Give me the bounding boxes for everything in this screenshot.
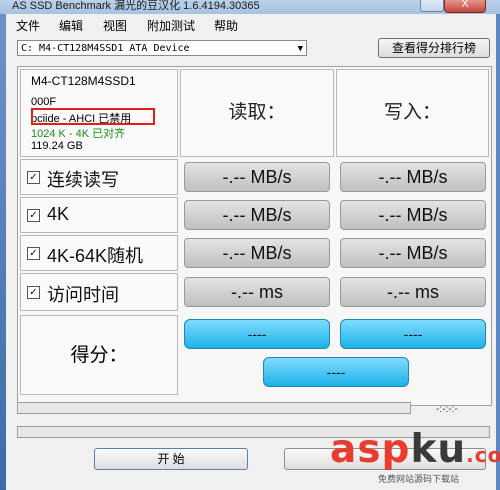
menu-help[interactable]: 帮助 bbox=[214, 17, 238, 34]
checkbox-access[interactable]: ✓ bbox=[27, 286, 40, 299]
drive-size: 119.24 GB bbox=[31, 140, 83, 152]
menu-file[interactable]: 文件 bbox=[16, 17, 40, 34]
chevron-down-icon[interactable]: ▼ bbox=[298, 41, 303, 57]
menu-tests[interactable]: 附加测试 bbox=[147, 17, 195, 34]
drive-info: M4-CT128M4SSD1 000F pciide - AHCI 已禁用 10… bbox=[20, 69, 178, 157]
score-write: ---- bbox=[340, 319, 486, 349]
app-window: 文件 编辑 视图 附加测试 帮助 C: M4-CT128M4SSD1 ATA D… bbox=[6, 14, 496, 490]
start-button[interactable]: 开 始 bbox=[94, 448, 248, 470]
menu-edit[interactable]: 编辑 bbox=[59, 17, 83, 34]
row-seq-label: 连续读写 bbox=[47, 170, 119, 190]
elapsed-timer: -:-:-:- bbox=[436, 404, 458, 415]
window-title: AS SSD Benchmark 漏光的豆汉化 1.6.4194.30365 bbox=[12, 0, 260, 12]
drive-select-value: C: M4-CT128M4SSD1 ATA Device bbox=[21, 43, 190, 54]
benchmark-panel: M4-CT128M4SSD1 000F pciide - AHCI 已禁用 10… bbox=[17, 66, 492, 406]
score-total: ---- bbox=[263, 357, 409, 387]
row-4k64-label: 4K-64K随机 bbox=[47, 246, 144, 266]
maximize-button[interactable] bbox=[420, 0, 444, 12]
title-bar: AS SSD Benchmark 漏光的豆汉化 1.6.4194.30365 X bbox=[0, 0, 500, 14]
row-4k64: ✓ 4K-64K随机 bbox=[20, 235, 178, 271]
view-ranking-button[interactable]: 查看得分排行榜 bbox=[378, 38, 490, 58]
row-seq: ✓ 连续读写 bbox=[20, 159, 178, 195]
checkbox-4k[interactable]: ✓ bbox=[27, 209, 40, 222]
access-write-result: -.-- ms bbox=[340, 277, 486, 307]
seq-write-result: -.-- MB/s bbox=[340, 162, 486, 192]
read-header: 读取： bbox=[180, 69, 334, 157]
seq-read-result: -.-- MB/s bbox=[184, 162, 330, 192]
4k64-write-result: -.-- MB/s bbox=[340, 238, 486, 268]
close-button[interactable]: X bbox=[444, 0, 486, 13]
score-label: 得分： bbox=[20, 315, 178, 395]
row-access-label: 访问时间 bbox=[47, 285, 119, 305]
checkbox-4k64[interactable]: ✓ bbox=[27, 247, 40, 260]
4k64-read-result: -.-- MB/s bbox=[184, 238, 330, 268]
4k-write-result: -.-- MB/s bbox=[340, 200, 486, 230]
alignment-status: 1024 K - 4K 已对齐 bbox=[31, 128, 126, 140]
access-read-result: -.-- ms bbox=[184, 277, 330, 307]
menu-view[interactable]: 视图 bbox=[103, 17, 127, 34]
row-4k: ✓ 4K bbox=[20, 197, 178, 233]
row-4k-label: 4K bbox=[47, 204, 70, 224]
drive-firmware: 000F bbox=[31, 96, 57, 108]
row-access: ✓ 访问时间 bbox=[20, 273, 178, 311]
watermark-logo: aspku.com 免费网站源码下载站 bbox=[330, 430, 500, 490]
highlight-box bbox=[31, 108, 155, 125]
watermark-subtitle: 免费网站源码下载站 bbox=[378, 474, 460, 484]
drive-model: M4-CT128M4SSD1 bbox=[31, 74, 136, 88]
score-read: ---- bbox=[184, 319, 330, 349]
write-header: 写入： bbox=[336, 69, 489, 157]
progress-bar bbox=[17, 402, 411, 414]
drive-select[interactable]: C: M4-CT128M4SSD1 ATA Device ▼ bbox=[17, 40, 307, 56]
4k-read-result: -.-- MB/s bbox=[184, 200, 330, 230]
checkbox-seq[interactable]: ✓ bbox=[27, 171, 40, 184]
watermark-text: aspku.com bbox=[330, 427, 500, 472]
menu-bar: 文件 编辑 视图 附加测试 帮助 bbox=[6, 14, 496, 34]
